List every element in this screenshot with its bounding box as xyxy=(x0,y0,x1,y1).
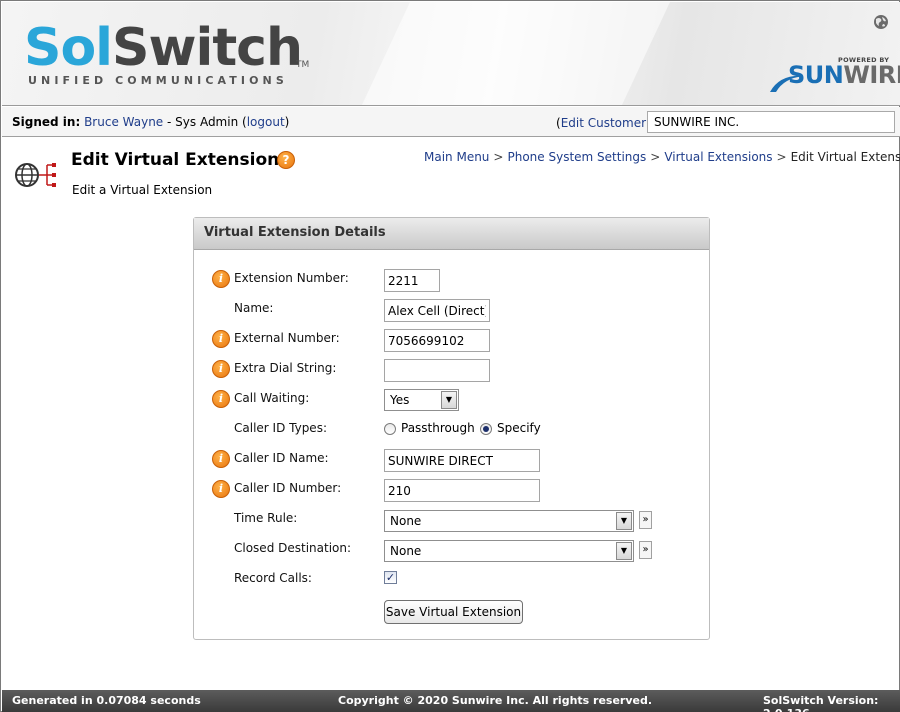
footer-bar: Generated in 0.07084 seconds Copyright ©… xyxy=(2,690,900,712)
caller-id-name-label: Caller ID Name: xyxy=(234,451,329,465)
name-label: Name: xyxy=(234,301,274,315)
extension-number-field[interactable] xyxy=(384,269,440,292)
closed-destination-more-button[interactable]: » xyxy=(639,541,652,559)
breadcrumb-main-menu[interactable]: Main Menu xyxy=(424,150,489,164)
globe-icon[interactable] xyxy=(873,14,889,30)
save-virtual-extension-button[interactable]: Save Virtual Extension xyxy=(384,600,523,624)
row-extension-number: i Extension Number: xyxy=(194,269,709,296)
version: SolSwitch Version: 2.0.136 xyxy=(763,694,879,712)
logo-switch: Switch xyxy=(112,18,303,78)
signed-in-bar: Signed in: Bruce Wayne - Sys Admin (logo… xyxy=(2,107,900,137)
row-caller-id-number: i Caller ID Number: xyxy=(194,479,709,506)
caller-id-number-label: Caller ID Number: xyxy=(234,481,342,495)
help-icon[interactable]: ? xyxy=(277,151,295,169)
call-waiting-select[interactable]: Yes ▼ xyxy=(384,389,459,411)
app-window: SolSwitch TM UNIFIED COMMUNICATIONS POWE… xyxy=(0,0,900,712)
time-rule-more-button[interactable]: » xyxy=(639,511,652,529)
signed-in-info: Signed in: Bruce Wayne - Sys Admin (logo… xyxy=(12,115,290,129)
passthrough-radio[interactable] xyxy=(384,423,396,435)
panel-title: Virtual Extension Details xyxy=(194,218,709,250)
header-banner: SolSwitch TM UNIFIED COMMUNICATIONS POWE… xyxy=(2,2,900,106)
breadcrumb-current: Edit Virtual Extension xyxy=(790,150,900,164)
sunwire-logo: SUNWIRE xyxy=(768,60,900,96)
chevron-down-icon[interactable]: ▼ xyxy=(616,542,632,560)
extension-number-label: Extension Number: xyxy=(234,271,349,285)
info-icon[interactable]: i xyxy=(212,390,230,408)
specify-radio[interactable] xyxy=(480,423,492,435)
extra-dial-string-field[interactable] xyxy=(384,359,490,382)
time-rule-select[interactable]: None ▼ xyxy=(384,510,634,532)
call-waiting-label: Call Waiting: xyxy=(234,391,310,405)
logout-link[interactable]: logout xyxy=(247,115,285,129)
partner-logo-wire: WIRE xyxy=(843,61,900,89)
breadcrumb: Main Menu > Phone System Settings > Virtual … xyxy=(424,150,900,164)
row-external-number: i External Number: xyxy=(194,329,709,356)
row-time-rule: Time Rule: None ▼ » xyxy=(194,510,709,536)
solswitch-logo: SolSwitch TM UNIFIED COMMUNICATIONS xyxy=(24,18,324,98)
user-name-link[interactable]: Bruce Wayne xyxy=(84,115,163,129)
chevron-down-icon[interactable]: ▼ xyxy=(441,391,457,409)
logo-tagline: UNIFIED COMMUNICATIONS xyxy=(28,74,288,87)
page-title: Edit Virtual Extension xyxy=(71,150,280,170)
virtual-extension-panel: Virtual Extension Details i Extension Nu… xyxy=(193,217,710,640)
caller-id-name-field[interactable] xyxy=(384,449,540,472)
chevron-down-icon[interactable]: ▼ xyxy=(616,512,632,530)
row-call-waiting: i Call Waiting: Yes ▼ xyxy=(194,389,709,416)
info-icon[interactable]: i xyxy=(212,480,230,498)
time-rule-value: None xyxy=(390,514,422,528)
info-icon[interactable]: i xyxy=(212,330,230,348)
caller-id-types-label: Caller ID Types: xyxy=(234,421,327,435)
record-calls-checkbox[interactable]: ✓ xyxy=(384,571,397,584)
info-icon[interactable]: i xyxy=(212,360,230,378)
row-name: Name: xyxy=(194,299,709,326)
time-rule-label: Time Rule: xyxy=(234,511,298,525)
closed-destination-label: Closed Destination: xyxy=(234,541,352,555)
partner-logo-sun: SUN xyxy=(788,61,844,89)
record-calls-label: Record Calls: xyxy=(234,571,312,585)
copyright: Copyright © 2020 Sunwire Inc. All rights… xyxy=(338,694,653,707)
row-closed-destination: Closed Destination: None ▼ » xyxy=(194,540,709,566)
logo-trademark: TM xyxy=(296,60,310,70)
specify-label[interactable]: Specify xyxy=(497,421,541,435)
generated-time: Generated in 0.07084 seconds xyxy=(12,694,201,707)
user-role: - Sys Admin xyxy=(167,115,239,129)
row-caller-id-name: i Caller ID Name: xyxy=(194,449,709,476)
row-save: Save Virtual Extension xyxy=(194,600,709,626)
row-extra-dial-string: i Extra Dial String: xyxy=(194,359,709,386)
name-field[interactable] xyxy=(384,299,490,322)
external-number-field[interactable] xyxy=(384,329,490,352)
info-icon[interactable]: i xyxy=(212,450,230,468)
external-number-label: External Number: xyxy=(234,331,340,345)
network-globe-icon xyxy=(15,163,56,187)
caller-id-number-field[interactable] xyxy=(384,479,540,502)
row-caller-id-types: Caller ID Types: Passthrough Specify xyxy=(194,420,709,446)
extra-dial-string-label: Extra Dial String: xyxy=(234,361,337,375)
edit-customer-link[interactable]: Edit Customer xyxy=(561,116,646,130)
breadcrumb-phone-system-settings[interactable]: Phone System Settings xyxy=(507,150,646,164)
row-record-calls: Record Calls: ✓ xyxy=(194,570,709,596)
page-subtitle: Edit a Virtual Extension xyxy=(72,183,213,197)
breadcrumb-virtual-extensions[interactable]: Virtual Extensions xyxy=(664,150,772,164)
info-icon[interactable]: i xyxy=(212,270,230,288)
closed-destination-select[interactable]: None ▼ xyxy=(384,540,634,562)
customer-field[interactable] xyxy=(647,111,895,133)
logo-sol: Sol xyxy=(24,18,113,78)
passthrough-label[interactable]: Passthrough xyxy=(401,421,475,435)
closed-destination-value: None xyxy=(390,544,422,558)
signed-in-label: Signed in: xyxy=(12,115,81,129)
call-waiting-value: Yes xyxy=(390,393,410,407)
